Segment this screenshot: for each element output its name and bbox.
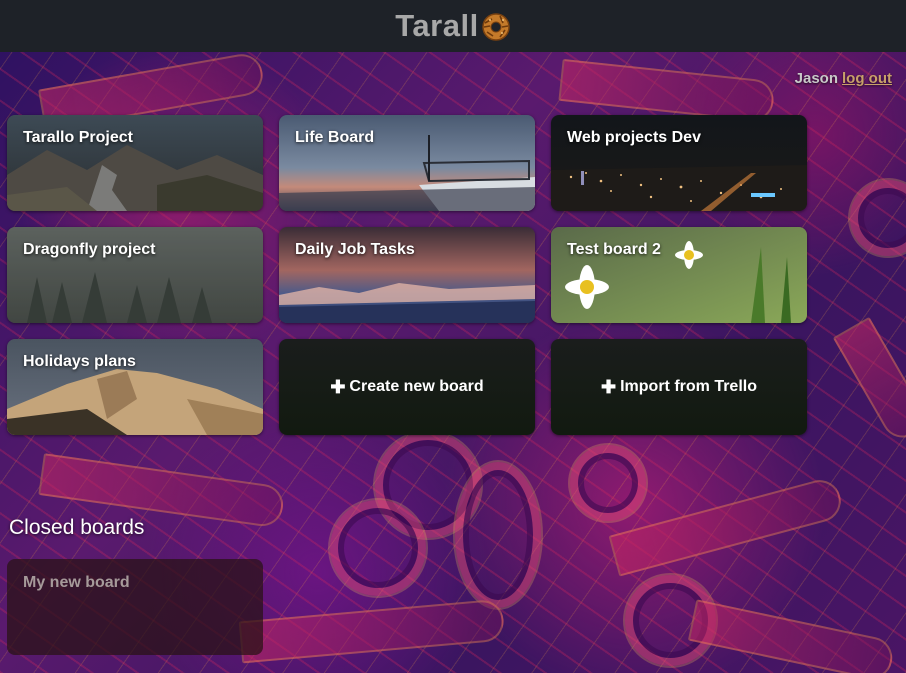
board-title: My new board: [23, 574, 130, 591]
closed-board-tile[interactable]: My new board: [7, 559, 263, 655]
board-title: Dragonfly project: [23, 241, 156, 258]
create-board-button[interactable]: ✚ Create new board: [279, 339, 535, 435]
board-tile[interactable]: Dragonfly project: [7, 227, 263, 323]
board-title: Holidays plans: [23, 353, 136, 370]
board-title: Life Board: [295, 129, 375, 146]
background-ring-shape: [570, 445, 646, 521]
background-cone-shape: [558, 58, 776, 124]
board-tile[interactable]: Web projects Dev: [551, 115, 807, 211]
background-cone-shape: [238, 598, 506, 664]
closed-boards-heading: Closed boards: [9, 516, 145, 539]
app-title: Tarall: [395, 8, 479, 43]
background-ring-shape: [455, 462, 541, 608]
board-tile[interactable]: Life Board: [279, 115, 535, 211]
background-ring-shape: [850, 180, 906, 256]
import-trello-button[interactable]: ✚ Import from Trello: [551, 339, 807, 435]
board-title: Daily Job Tasks: [295, 241, 415, 258]
plus-icon: ✚: [330, 376, 346, 397]
board-tile[interactable]: Daily Job Tasks: [279, 227, 535, 323]
top-bar: Tarall: [0, 0, 906, 52]
logout-link[interactable]: log out: [842, 70, 892, 87]
user-bar: Jason log out: [795, 70, 892, 87]
board-tile[interactable]: Holidays plans: [7, 339, 263, 435]
username: Jason: [794, 70, 839, 87]
board-title: Web projects Dev: [567, 129, 701, 146]
background-cone-shape: [832, 316, 906, 446]
create-board-label: Create new board: [349, 378, 484, 395]
brand[interactable]: Tarall: [395, 8, 510, 44]
background-ring-shape: [330, 500, 426, 596]
board-title: Tarallo Project: [23, 129, 133, 146]
board-title: Test board 2: [567, 241, 661, 258]
taralli-logo-icon: [481, 13, 510, 41]
board-tile[interactable]: Test board 2: [551, 227, 807, 323]
board-tile[interactable]: Tarallo Project: [7, 115, 263, 211]
plus-icon: ✚: [601, 376, 617, 397]
import-trello-label: Import from Trello: [620, 378, 757, 395]
background-cone-shape: [687, 599, 897, 673]
